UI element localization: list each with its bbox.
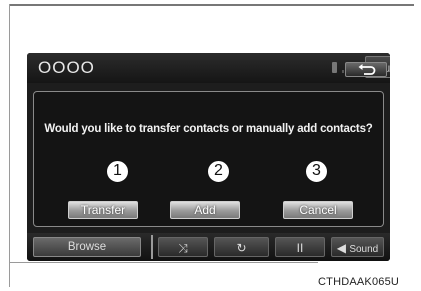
pause-icon: II bbox=[296, 241, 304, 255]
callout-2: 2 bbox=[207, 160, 230, 183]
sound-button[interactable]: ◀ Sound bbox=[331, 237, 384, 257]
browse-button[interactable]: Browse bbox=[33, 237, 141, 257]
figure-caption: CTHDAAK065U bbox=[318, 276, 400, 288]
frame-left-line bbox=[9, 4, 10, 287]
sound-label: Sound bbox=[349, 244, 379, 255]
speaker-icon: ◀ bbox=[336, 241, 346, 255]
shuffle-icon: ⤨ bbox=[178, 241, 188, 255]
add-button[interactable]: Add bbox=[170, 201, 240, 219]
dialog-question: Would you like to transfer contacts or m… bbox=[44, 123, 373, 135]
pause-button[interactable]: II bbox=[275, 237, 325, 257]
repeat-button[interactable]: ↻ bbox=[214, 237, 269, 257]
head-unit-screen: OOOO Source Would you like to transfer c… bbox=[27, 53, 390, 261]
bluetooth-icon bbox=[332, 62, 337, 73]
callout-3: 3 bbox=[305, 160, 328, 183]
status-bar: OOOO Source bbox=[27, 53, 390, 83]
app-title: OOOO bbox=[38, 58, 95, 77]
back-arrow-icon bbox=[358, 64, 376, 75]
shuffle-button[interactable]: ⤨ bbox=[158, 237, 208, 257]
frame-bottom-line bbox=[9, 262, 318, 263]
back-button[interactable] bbox=[345, 62, 387, 77]
divider bbox=[151, 235, 153, 259]
frame-top-line bbox=[9, 4, 414, 6]
transfer-button[interactable]: Transfer bbox=[68, 201, 138, 219]
callout-1: 1 bbox=[106, 160, 129, 183]
repeat-icon: ↻ bbox=[236, 241, 247, 255]
media-control-bar: Browse ⤨ ↻ II ◀ Sound bbox=[27, 233, 390, 261]
cancel-button[interactable]: Cancel bbox=[283, 201, 353, 219]
